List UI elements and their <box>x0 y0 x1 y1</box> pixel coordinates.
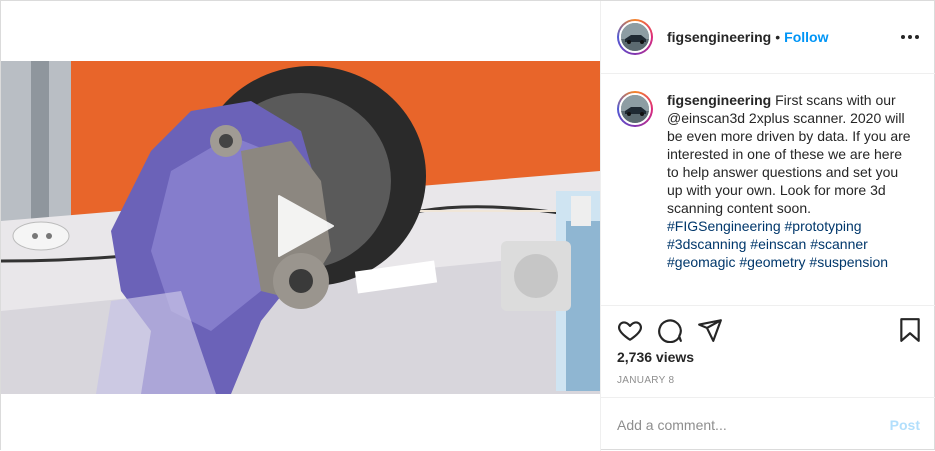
comment-input[interactable] <box>617 416 890 433</box>
bookmark-icon[interactable] <box>897 317 923 343</box>
post-date[interactable]: JANUARY 8 <box>617 375 674 386</box>
caption-avatar[interactable] <box>617 91 653 127</box>
post-header: figsengineering • Follow <box>601 1 935 74</box>
video-player[interactable] <box>1 61 600 394</box>
caption-body: figsengineering First scans with our @ei… <box>667 91 917 271</box>
caption: figsengineering First scans with our @ei… <box>617 91 920 271</box>
comment-form: Post <box>601 397 935 451</box>
action-bar <box>601 305 935 350</box>
avatar[interactable] <box>617 19 653 55</box>
caption-text: First scans with our @einscan3d 2xplus s… <box>667 92 911 216</box>
caption-hashtags[interactable]: #FIGSengineering #prototyping #3dscannin… <box>667 217 917 271</box>
post-modal: figsengineering • Follow figsengineering… <box>0 0 935 451</box>
caption-username[interactable]: figsengineering <box>667 92 771 108</box>
header-username[interactable]: figsengineering <box>667 29 771 45</box>
view-count[interactable]: 2,736 views <box>617 349 694 365</box>
comments-section[interactable]: figsengineering First scans with our @ei… <box>601 75 935 305</box>
post-sidebar: figsengineering • Follow figsengineering… <box>600 1 935 451</box>
play-icon[interactable] <box>271 194 335 258</box>
more-horizontal-icon[interactable] <box>900 27 920 47</box>
post-button[interactable]: Post <box>890 417 920 433</box>
separator-dot: • <box>775 29 781 45</box>
comment-icon[interactable] <box>657 317 683 343</box>
media-panel <box>1 1 600 451</box>
share-icon[interactable] <box>697 317 723 343</box>
follow-button[interactable]: Follow <box>784 29 828 45</box>
heart-icon[interactable] <box>617 317 643 343</box>
